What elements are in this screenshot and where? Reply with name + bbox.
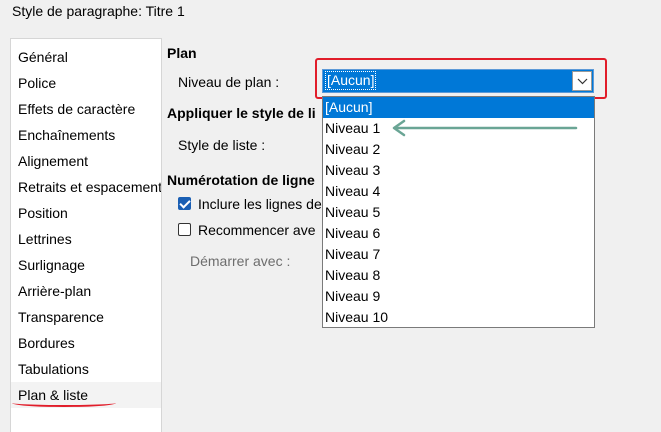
- line-numbering-heading: Numérotation de ligne: [167, 172, 315, 188]
- level-option[interactable]: Niveau 7: [323, 244, 594, 265]
- sidebar-item-retraits[interactable]: Retraits et espacement: [11, 174, 161, 200]
- list-style-label: Style de liste :: [178, 137, 266, 153]
- sidebar-item-enchainements[interactable]: Enchaînements: [11, 122, 161, 148]
- restart-label: Recommencer ave: [198, 222, 316, 238]
- level-option[interactable]: Niveau 4: [323, 181, 594, 202]
- sidebar-item-surlignage[interactable]: Surlignage: [11, 252, 161, 278]
- list-style-heading: Appliquer le style de li: [167, 105, 316, 121]
- restart-checkbox[interactable]: [178, 223, 191, 236]
- combobox-dropdown-button[interactable]: [572, 71, 592, 91]
- sidebar-item-transparence[interactable]: Transparence: [11, 304, 161, 330]
- level-option[interactable]: Niveau 3: [323, 160, 594, 181]
- outline-level-value: [Aucun]: [324, 71, 377, 90]
- outline-level-dropdown-list: [Aucun] Niveau 1 Niveau 2 Niveau 3 Nivea…: [322, 96, 595, 328]
- level-option[interactable]: Niveau 9: [323, 286, 594, 307]
- sidebar-item-effets[interactable]: Effets de caractère: [11, 96, 161, 122]
- sidebar-item-position[interactable]: Position: [11, 200, 161, 226]
- include-lines-checkbox[interactable]: [178, 197, 191, 210]
- category-sidebar: Général Police Effets de caractère Encha…: [10, 38, 162, 432]
- level-option[interactable]: Niveau 6: [323, 223, 594, 244]
- sidebar-item-general[interactable]: Général: [11, 44, 161, 70]
- level-option[interactable]: [Aucun]: [323, 97, 594, 118]
- sidebar-item-bordures[interactable]: Bordures: [11, 330, 161, 356]
- include-lines-label: Inclure les lignes de: [198, 196, 322, 212]
- outline-level-label: Niveau de plan :: [178, 74, 280, 90]
- level-option[interactable]: Niveau 1: [323, 118, 594, 139]
- dialog-title: Style de paragraphe: Titre 1: [12, 3, 185, 19]
- dialog-title-bar: Style de paragraphe: Titre 1: [0, 0, 661, 24]
- level-option[interactable]: Niveau 10: [323, 307, 594, 328]
- sidebar-item-lettrines[interactable]: Lettrines: [11, 226, 161, 252]
- level-option[interactable]: Niveau 8: [323, 265, 594, 286]
- level-option[interactable]: Niveau 5: [323, 202, 594, 223]
- sidebar-item-police[interactable]: Police: [11, 70, 161, 96]
- start-with-label: Démarrer avec :: [190, 253, 291, 269]
- outline-level-combobox[interactable]: [Aucun]: [322, 69, 594, 93]
- chevron-down-icon: [577, 78, 588, 85]
- sidebar-item-arriere-plan[interactable]: Arrière-plan: [11, 278, 161, 304]
- level-option[interactable]: Niveau 2: [323, 139, 594, 160]
- sidebar-item-tabulations[interactable]: Tabulations: [11, 356, 161, 382]
- sidebar-item-alignement[interactable]: Alignement: [11, 148, 161, 174]
- plan-heading: Plan: [167, 45, 197, 61]
